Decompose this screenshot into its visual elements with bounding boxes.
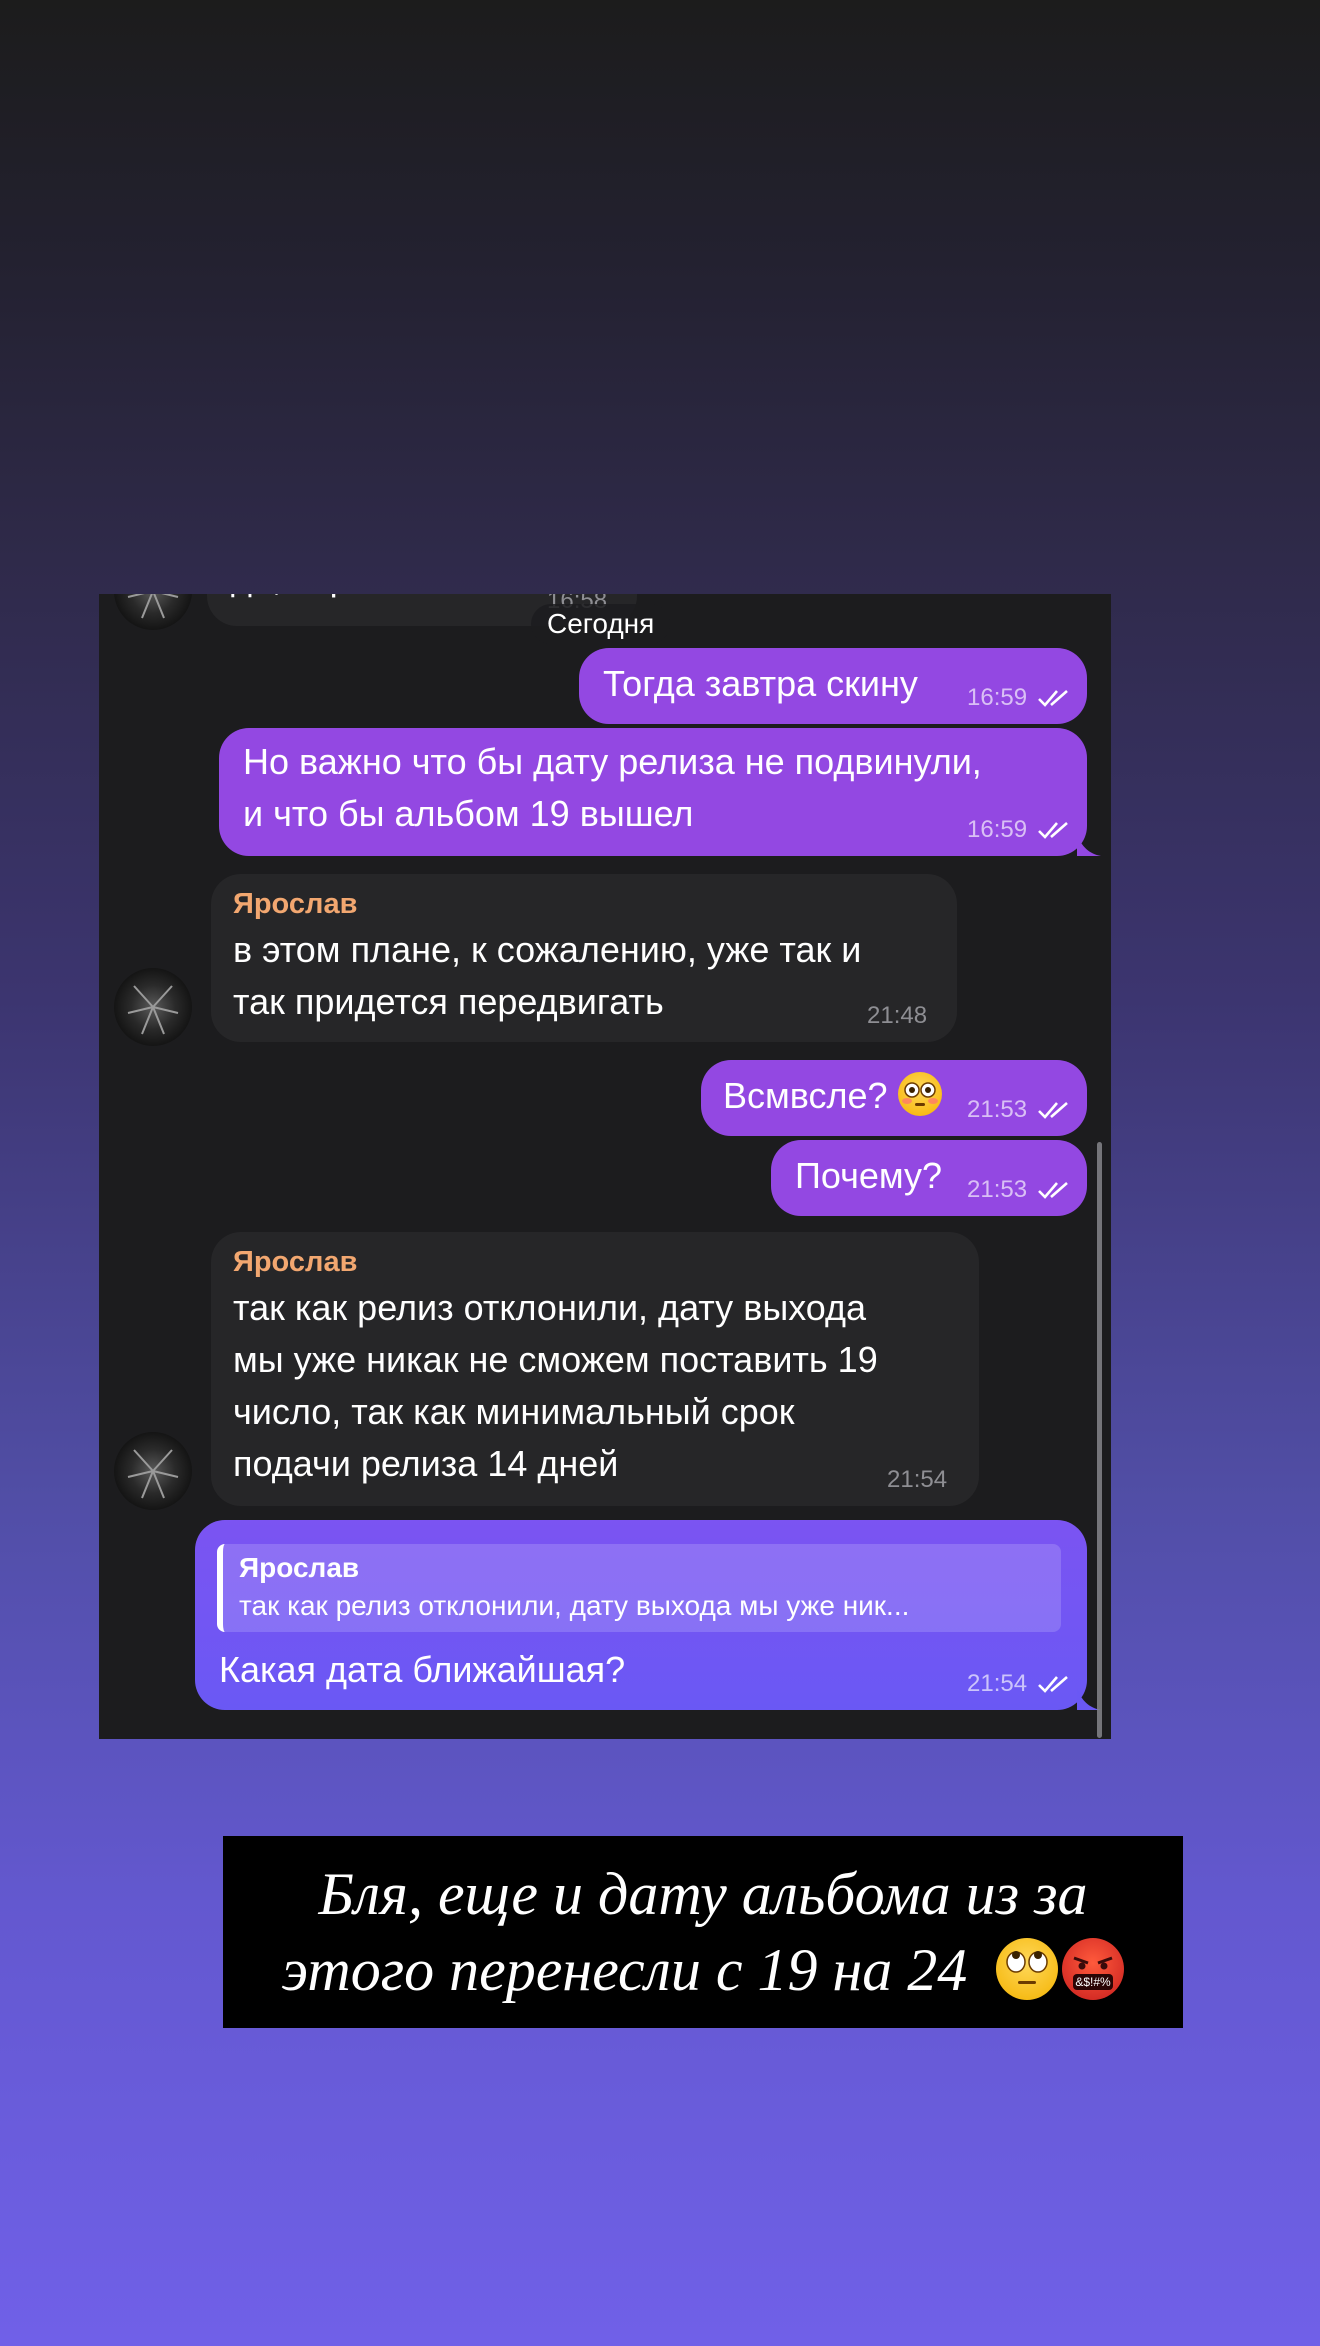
sender-name[interactable]: Ярослав [233, 888, 357, 921]
message-line: так как релиз отклонили, дату выхода [233, 1287, 867, 1328]
read-checks-icon [1038, 1102, 1068, 1119]
message-text-content: Всмвсле? [723, 1075, 888, 1116]
outgoing-message[interactable]: Но важно что бы дату релиза не подвинули… [219, 728, 1087, 856]
message-time: 21:53 [967, 1176, 1028, 1203]
sender-name[interactable]: Ярослав [233, 1246, 357, 1279]
face-with-rolling-eyes-icon [996, 1938, 1059, 2000]
message-line: так придется передвигать [233, 981, 664, 1022]
message-time: 21:54 [887, 1466, 948, 1493]
incoming-message[interactable]: Ярослав в этом плане, к сожалению, уже т… [211, 874, 957, 1042]
reply-sender-name: Ярослав [239, 1552, 360, 1583]
message-text: Какая дата ближайшая? [219, 1649, 626, 1690]
reply-text: так как релиз отклонили, дату выхода мы … [239, 1590, 910, 1621]
read-checks-icon [1038, 822, 1068, 839]
message-line: мы уже никак не сможем поставить 19 [233, 1339, 878, 1380]
outgoing-message[interactable]: Почему? 21:53 [771, 1140, 1087, 1216]
message-time: 16:59 [967, 684, 1028, 711]
avatar[interactable] [114, 968, 192, 1046]
message-time: 16:59 [967, 816, 1028, 843]
date-separator: Сегодня [531, 604, 671, 644]
read-checks-icon [1038, 1676, 1068, 1693]
outgoing-reply-message[interactable]: Ярослав так как релиз отклонили, дату вы… [195, 1520, 1087, 1710]
story-caption: Бля, еще и дату альбома из за этого пере… [223, 1836, 1183, 2028]
caption-line-2-text: этого перенесли с 19 на 24 [281, 1937, 968, 2003]
message-time: 21:48 [867, 1002, 928, 1029]
message-text: Всмвсле? [723, 1070, 942, 1122]
message-text: Почему? [795, 1155, 943, 1196]
face-with-symbols-on-mouth-icon: &$!#% [1062, 1938, 1125, 2000]
incoming-message[interactable]: Ярослав так как релиз отклонили, дату вы… [211, 1232, 979, 1506]
message-text: да, хорошо [231, 594, 419, 604]
message-line: подачи релиза 14 дней [233, 1443, 619, 1484]
read-checks-icon [1038, 690, 1068, 707]
message-text: Тогда завтра скину [603, 663, 918, 704]
message-line: число, так как минимальный срок [233, 1391, 795, 1432]
message-line: Но важно что бы дату релиза не подвинули… [243, 741, 982, 782]
avatar[interactable] [114, 1432, 192, 1510]
avatar[interactable] [114, 594, 192, 630]
bubble-tail [1077, 834, 1101, 856]
flushed-face-icon [897, 1072, 942, 1116]
outgoing-message[interactable]: Тогда завтра скину 16:59 [579, 648, 1087, 724]
chat-screenshot: да, хорошо 16:58 Сегодня Тогда завтра ск… [99, 594, 1111, 1739]
outgoing-message[interactable]: Всмвсле? 21:53 [701, 1060, 1087, 1136]
message-line: и что бы альбом 19 вышел [243, 793, 694, 834]
caption-line-2: этого перенесли с 19 на 24 &$!#% [243, 1932, 1163, 2008]
message-time: 21:53 [967, 1096, 1028, 1123]
read-checks-icon [1038, 1182, 1068, 1199]
reply-quote[interactable]: Ярослав так как релиз отклонили, дату вы… [217, 1544, 1061, 1632]
scrollbar[interactable] [1097, 1142, 1102, 1738]
caption-line-1: Бля, еще и дату альбома из за [318, 1861, 1088, 1927]
message-time: 21:54 [967, 1670, 1028, 1697]
symbols-text: &$!#% [1076, 1975, 1112, 1989]
message-line: в этом плане, к сожалению, уже так и [233, 929, 862, 970]
